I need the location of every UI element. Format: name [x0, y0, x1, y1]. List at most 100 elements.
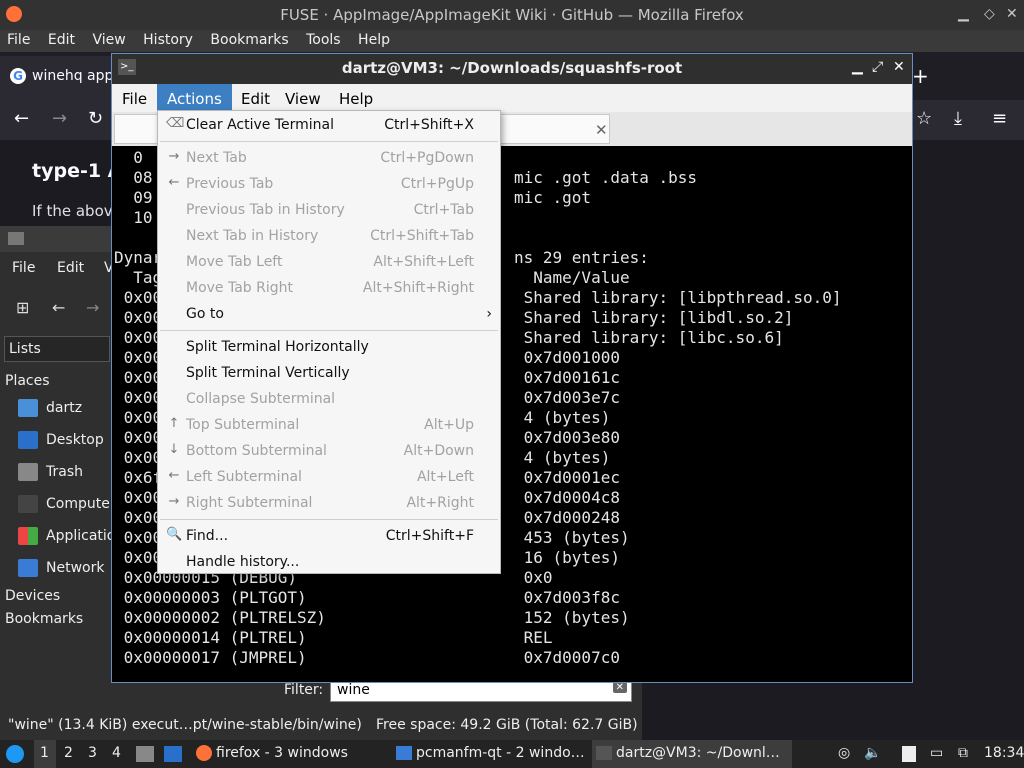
reload-icon[interactable]: ↻: [88, 108, 103, 129]
terminal-line: Tag: [114, 268, 163, 287]
firefox-tab-label: winehq app: [32, 68, 114, 84]
terminal-line-value: 0x7d0007c0: [514, 648, 620, 667]
terminal-line-value: 4 (bytes): [514, 408, 611, 427]
menu-item-right-subterminal[interactable]: → Right Subterminal Alt+Right: [158, 490, 500, 516]
place-trash[interactable]: Trash: [18, 463, 83, 485]
back-icon[interactable]: ←: [52, 298, 65, 317]
task-pcmanfm[interactable]: pcmanfm-qt - 2 windo…: [392, 740, 588, 768]
ff-menu-file[interactable]: File: [7, 30, 30, 48]
maximize-icon[interactable]: ⤢: [872, 59, 883, 75]
menu-item-clear-active-terminal[interactable]: ⌫ Clear Active Terminal Ctrl+Shift+X: [158, 112, 500, 138]
app-menu-icon[interactable]: [6, 745, 24, 763]
ff-menu-tools[interactable]: Tools: [306, 30, 341, 48]
terminal-line: 0x00000002 (PLTRELSZ): [114, 608, 326, 627]
downloads-icon[interactable]: ⤓: [954, 108, 962, 129]
menu-item-find[interactable]: 🔍 Find... Ctrl+Shift+F: [158, 523, 500, 549]
ff-menu-view[interactable]: View: [92, 30, 125, 48]
menu-item-next-tab-in-history[interactable]: Next Tab in History Ctrl+Shift+Tab: [158, 223, 500, 249]
terminal-line: 0x00: [114, 348, 163, 367]
menu-item-next-tab[interactable]: → Next Tab Ctrl+PgDown: [158, 145, 500, 171]
menu-item-previous-tab[interactable]: ← Previous Tab Ctrl+PgUp: [158, 171, 500, 197]
applications-icon: [18, 527, 38, 545]
close-icon[interactable]: ✕: [893, 59, 905, 75]
close-tab-icon[interactable]: ✕: [595, 121, 608, 139]
firefox-tab[interactable]: Gwinehq app: [0, 56, 120, 100]
menu-item-split-terminal-horizontally[interactable]: Split Terminal Horizontally: [158, 334, 500, 360]
minimize-icon[interactable]: ▁: [958, 6, 969, 22]
menu-item-handle-history[interactable]: Handle history...: [158, 549, 500, 575]
menu-item-previous-tab-in-history[interactable]: Previous Tab in History Ctrl+Tab: [158, 197, 500, 223]
menu-item-left-subterminal[interactable]: ← Left Subterminal Alt+Left: [158, 464, 500, 490]
terminal-line: 0x00000014 (PLTREL): [114, 628, 307, 647]
ff-menu-edit[interactable]: Edit: [48, 30, 75, 48]
terminal-line: 0x00: [114, 308, 163, 327]
menu-item-split-terminal-vertically[interactable]: Split Terminal Vertically: [158, 360, 500, 386]
network-status-icon[interactable]: ⧉: [958, 745, 968, 761]
hamburger-menu-icon[interactable]: ≡: [992, 108, 1007, 129]
task-label: firefox - 3 windows: [216, 745, 348, 761]
display-icon[interactable]: ▭: [930, 745, 943, 761]
file-manager-launcher-icon[interactable]: [136, 746, 154, 762]
term-menu-edit[interactable]: Edit: [241, 90, 270, 108]
task-firefox[interactable]: firefox - 3 windows: [192, 740, 388, 768]
close-icon[interactable]: ✕: [1006, 6, 1018, 22]
clipboard-icon[interactable]: [902, 746, 916, 762]
forward-icon[interactable]: →: [86, 298, 99, 317]
minimize-icon[interactable]: ▁: [852, 59, 863, 75]
menu-item-move-tab-right[interactable]: Move Tab Right Alt+Shift+Right: [158, 275, 500, 301]
clear-filter-icon[interactable]: ✕: [612, 682, 627, 693]
place-home[interactable]: dartz: [18, 399, 82, 421]
place-label: Network: [46, 560, 105, 576]
task-label: dartz@VM3: ~/Downl…: [616, 745, 780, 761]
menu-item-top-subterminal[interactable]: ↑ Top Subterminal Alt+Up: [158, 412, 500, 438]
term-menu-view[interactable]: View: [285, 90, 321, 108]
fm-menu-edit[interactable]: Edit: [57, 260, 84, 276]
bookmark-star-icon[interactable]: ☆: [916, 108, 932, 129]
place-network[interactable]: Network: [18, 559, 104, 581]
place-desktop[interactable]: Desktop: [18, 431, 104, 453]
fm-menu-file[interactable]: File: [12, 260, 35, 276]
workspace-4[interactable]: 4: [112, 745, 121, 761]
new-tab-icon[interactable]: ⊞: [16, 298, 29, 317]
restore-icon[interactable]: ◇: [984, 6, 995, 22]
ff-menu-bookmarks[interactable]: Bookmarks: [210, 30, 288, 48]
forward-icon[interactable]: →: [52, 108, 67, 129]
task-terminal[interactable]: dartz@VM3: ~/Downl…: [592, 740, 792, 768]
ff-menu-help[interactable]: Help: [358, 30, 390, 48]
menu-separator: [160, 330, 498, 331]
terminal-line: 0x00: [114, 488, 163, 507]
new-tab-icon[interactable]: +: [912, 64, 929, 88]
show-desktop-icon[interactable]: [164, 746, 182, 762]
volume-icon[interactable]: 🔈: [864, 745, 881, 761]
clock: 18:34: [984, 745, 1024, 761]
back-icon[interactable]: ←: [14, 108, 29, 129]
network-tray-icon[interactable]: ◎: [838, 745, 850, 761]
menu-item-shortcut: Ctrl+PgUp: [400, 176, 474, 192]
ff-menu-history[interactable]: History: [143, 30, 193, 48]
menu-item-bottom-subterminal[interactable]: ↓ Bottom Subterminal Alt+Down: [158, 438, 500, 464]
workspace-1[interactable]: 1: [34, 740, 56, 768]
side-pane-mode-select[interactable]: Lists: [4, 336, 110, 362]
folder-icon: [8, 232, 24, 245]
place-applications[interactable]: Applicatio: [18, 527, 115, 549]
workspace-2[interactable]: 2: [64, 745, 73, 761]
terminal-line: 08: [114, 168, 153, 187]
actions-menu: ⌫ Clear Active Terminal Ctrl+Shift+X → Next …: [157, 110, 501, 574]
menu-item-move-tab-left[interactable]: Move Tab Left Alt+Shift+Left: [158, 249, 500, 275]
term-menu-file[interactable]: File: [122, 90, 147, 108]
terminal-line-value: ns 29 entries:: [514, 248, 649, 267]
workspace-3[interactable]: 3: [88, 745, 97, 761]
page-paragraph: If the above: [32, 202, 122, 220]
menu-item-collapse-subterminal[interactable]: Collapse Subterminal: [158, 386, 500, 412]
term-menu-help[interactable]: Help: [339, 90, 373, 108]
term-menu-actions[interactable]: Actions: [157, 84, 232, 112]
terminal-line: 0x00: [114, 328, 163, 347]
terminal-line: 0x00: [114, 368, 163, 387]
place-label: Applicatio: [46, 528, 116, 544]
menu-item-label: Previous Tab: [186, 176, 274, 192]
terminal-line: 0x00: [114, 448, 163, 467]
place-computer[interactable]: Compute: [18, 495, 110, 517]
home-folder-icon: [18, 399, 38, 417]
terminal-line-value: Shared library: [libdl.so.2]: [514, 308, 794, 327]
menu-item-go-to[interactable]: Go to ›: [158, 301, 500, 327]
